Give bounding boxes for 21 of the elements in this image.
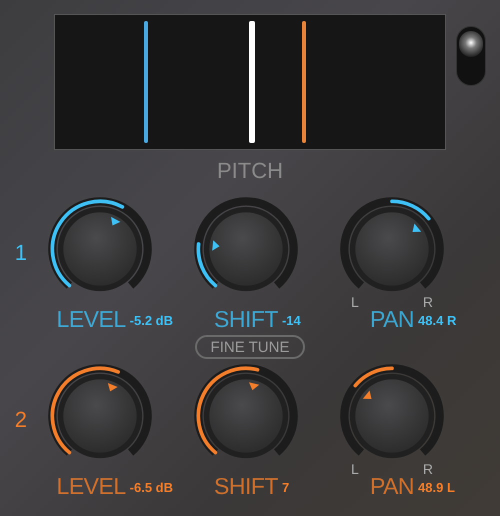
pitch-label: PITCH bbox=[217, 158, 283, 184]
knob-label: LEVEL bbox=[56, 306, 126, 333]
toggle-switch[interactable] bbox=[456, 26, 486, 86]
value-readout: -5.2 dB bbox=[128, 312, 173, 330]
right-marker: R bbox=[422, 294, 433, 310]
knob-label: PAN bbox=[370, 473, 414, 500]
voice-number: 2 bbox=[14, 406, 27, 434]
value-readout: -6.5 dB bbox=[128, 478, 173, 496]
value-readout: 7 bbox=[280, 478, 290, 496]
knob-label: PAN bbox=[370, 306, 414, 333]
value-readout: -14 bbox=[280, 312, 302, 330]
voice-number: 1 bbox=[14, 239, 27, 267]
left-marker: L bbox=[351, 294, 359, 310]
value-readout: 48.4 R bbox=[417, 312, 458, 330]
knob-label: SHIFT bbox=[214, 306, 278, 333]
value-readout: 48.9 L bbox=[417, 478, 456, 496]
left-marker: L bbox=[351, 461, 359, 477]
right-marker: R bbox=[422, 461, 433, 477]
knob-label: SHIFT bbox=[214, 473, 278, 500]
knob-label: LEVEL bbox=[56, 473, 126, 500]
fine-tune-button[interactable]: FINE TUNE bbox=[194, 335, 306, 359]
